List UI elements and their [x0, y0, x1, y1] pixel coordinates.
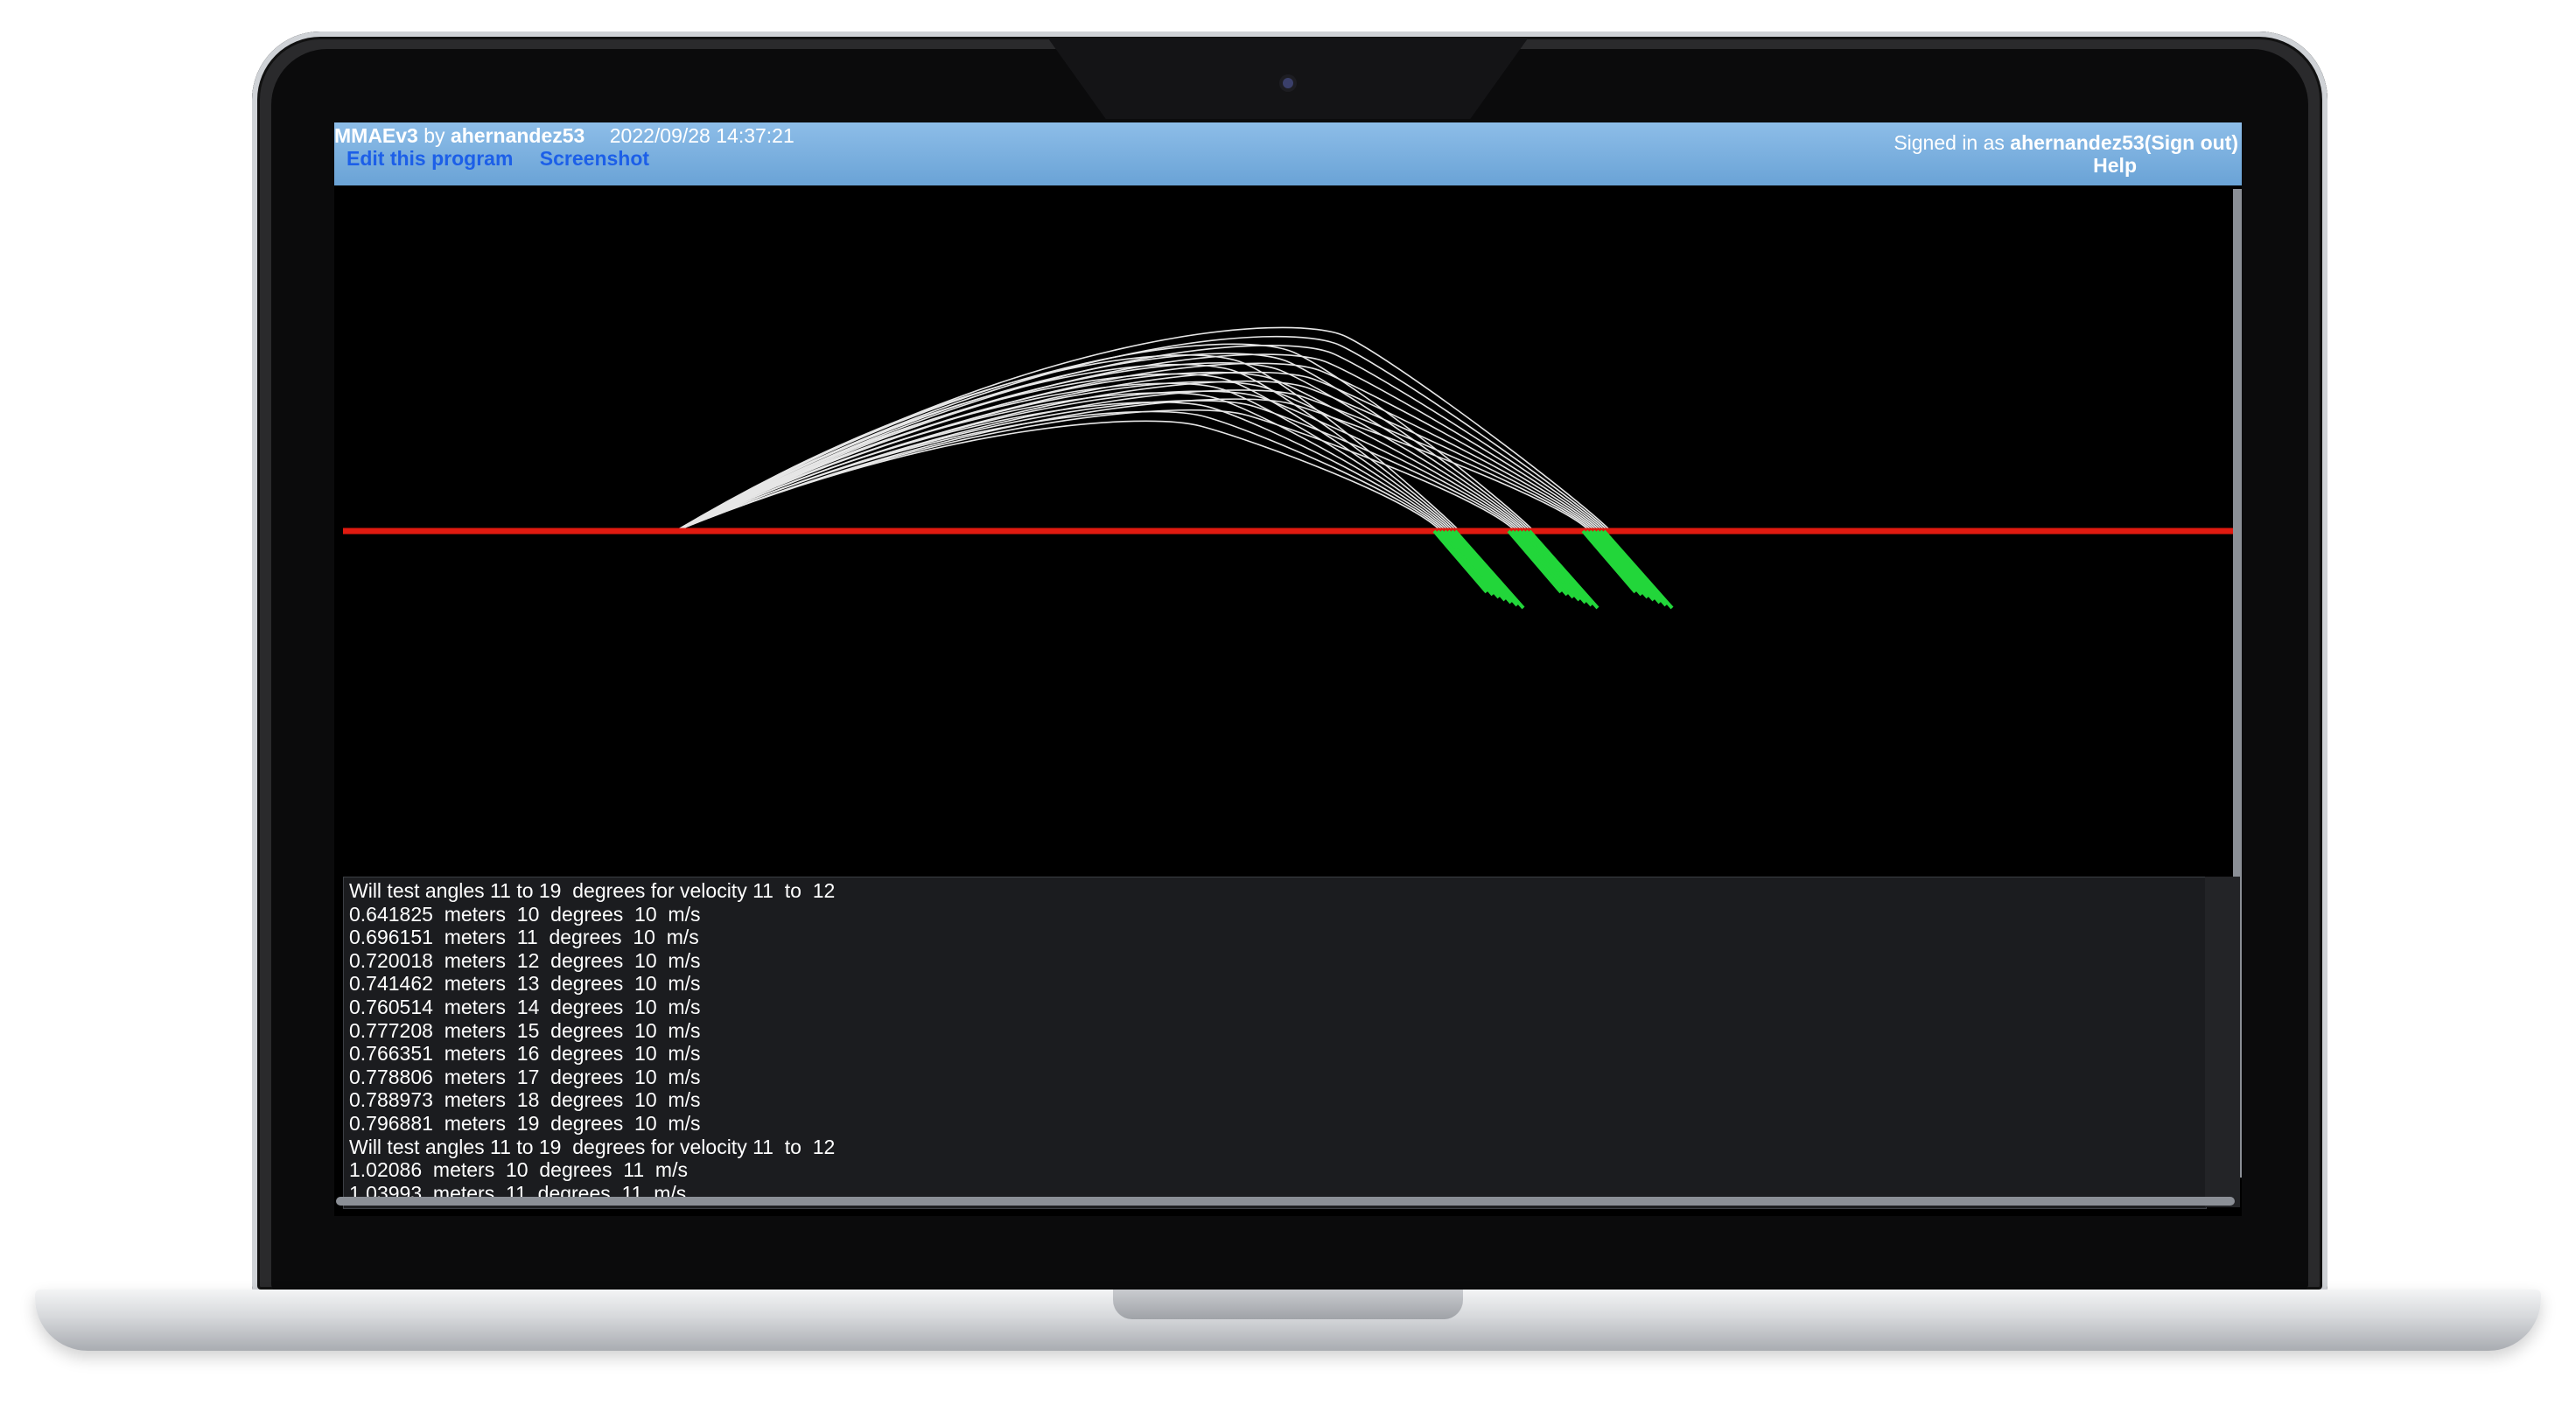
impact-marker: [1446, 529, 1513, 605]
program-links: Edit this program Screenshot: [346, 147, 670, 171]
timestamp: 2022/09/28 14:37:21: [609, 124, 794, 147]
console-line: 0.766351 meters 16 degrees 10 m/s: [349, 1042, 701, 1066]
trajectory-path: [675, 371, 1599, 532]
trajectory-path: [675, 390, 1522, 532]
impact-marker: [1524, 529, 1593, 607]
help-link[interactable]: Help: [2093, 154, 2137, 178]
console-line: Will test angles 11 to 19 degrees for ve…: [349, 1135, 836, 1158]
impact-marker: [1599, 529, 1668, 607]
trajectory-plot: [343, 326, 2242, 610]
impact-marker: [1521, 529, 1587, 605]
impact-marker: [1595, 529, 1662, 605]
camera-icon: [1283, 78, 1293, 88]
impact-marker: [1592, 529, 1656, 602]
screenshot-link[interactable]: Screenshot: [540, 147, 649, 170]
console-line: 0.777208 meters 15 degrees 10 m/s: [349, 1018, 701, 1042]
impact-marker: [1439, 529, 1501, 599]
laptop-opening-notch: [1113, 1290, 1463, 1319]
sign-out-link[interactable]: (Sign out): [2145, 131, 2238, 154]
console-line: 0.720018 meters 12 degrees 10 m/s: [349, 948, 701, 972]
graphics-canvas[interactable]: [343, 192, 2242, 875]
console-line: 0.796881 meters 19 degrees 10 m/s: [349, 1112, 701, 1135]
console-line: 1.02086 meters 10 degrees 11 m/s: [349, 1158, 688, 1182]
horizontal-scrollbar[interactable]: [336, 1197, 2235, 1206]
trajectory-path: [675, 381, 1524, 532]
author-name: ahernandez53: [450, 124, 585, 147]
console-line: 0.696151 meters 11 degrees 10 m/s: [349, 926, 699, 949]
program-info: MMAEv3 by ahernandez53 2022/09/28 14:37:…: [334, 124, 794, 148]
impact-marker: [1517, 529, 1581, 602]
signed-in-prefix: Signed in as: [1894, 131, 2011, 154]
impact-marker: [1588, 529, 1649, 599]
console-line: 0.760514 meters 14 degrees 10 m/s: [349, 996, 701, 1018]
console-output[interactable]: Will test angles 11 to 19 degrees for ve…: [343, 877, 2207, 1209]
impact-marker: [1514, 529, 1575, 599]
trajectory-path: [675, 353, 1604, 532]
screen: MMAEv3 by ahernandez53 2022/09/28 14:37:…: [334, 122, 2242, 1216]
console-line: 0.641825 meters 10 degrees 10 m/s: [349, 902, 701, 926]
console-line: 0.788973 meters 18 degrees 10 m/s: [349, 1088, 701, 1112]
trajectory-path: [675, 362, 1601, 532]
console-line: 0.741462 meters 13 degrees 10 m/s: [349, 972, 701, 996]
by-text: by: [424, 124, 445, 147]
impact-marker: [1450, 529, 1519, 607]
signed-in-user: ahernandez53: [2010, 131, 2145, 154]
program-name: MMAEv3: [334, 124, 418, 147]
console-scroll-track[interactable]: [2205, 877, 2240, 1207]
console-line: 0.778806 meters 17 degrees 10 m/s: [349, 1065, 701, 1088]
edit-program-link[interactable]: Edit this program: [346, 147, 513, 170]
impact-marker: [1443, 529, 1507, 602]
console-line: Will test angles 11 to 19 degrees for ve…: [349, 879, 836, 902]
signed-in-info: Signed in as ahernandez53(Sign out): [1894, 131, 2238, 155]
top-bar: MMAEv3 by ahernandez53 2022/09/28 14:37:…: [334, 122, 2242, 185]
